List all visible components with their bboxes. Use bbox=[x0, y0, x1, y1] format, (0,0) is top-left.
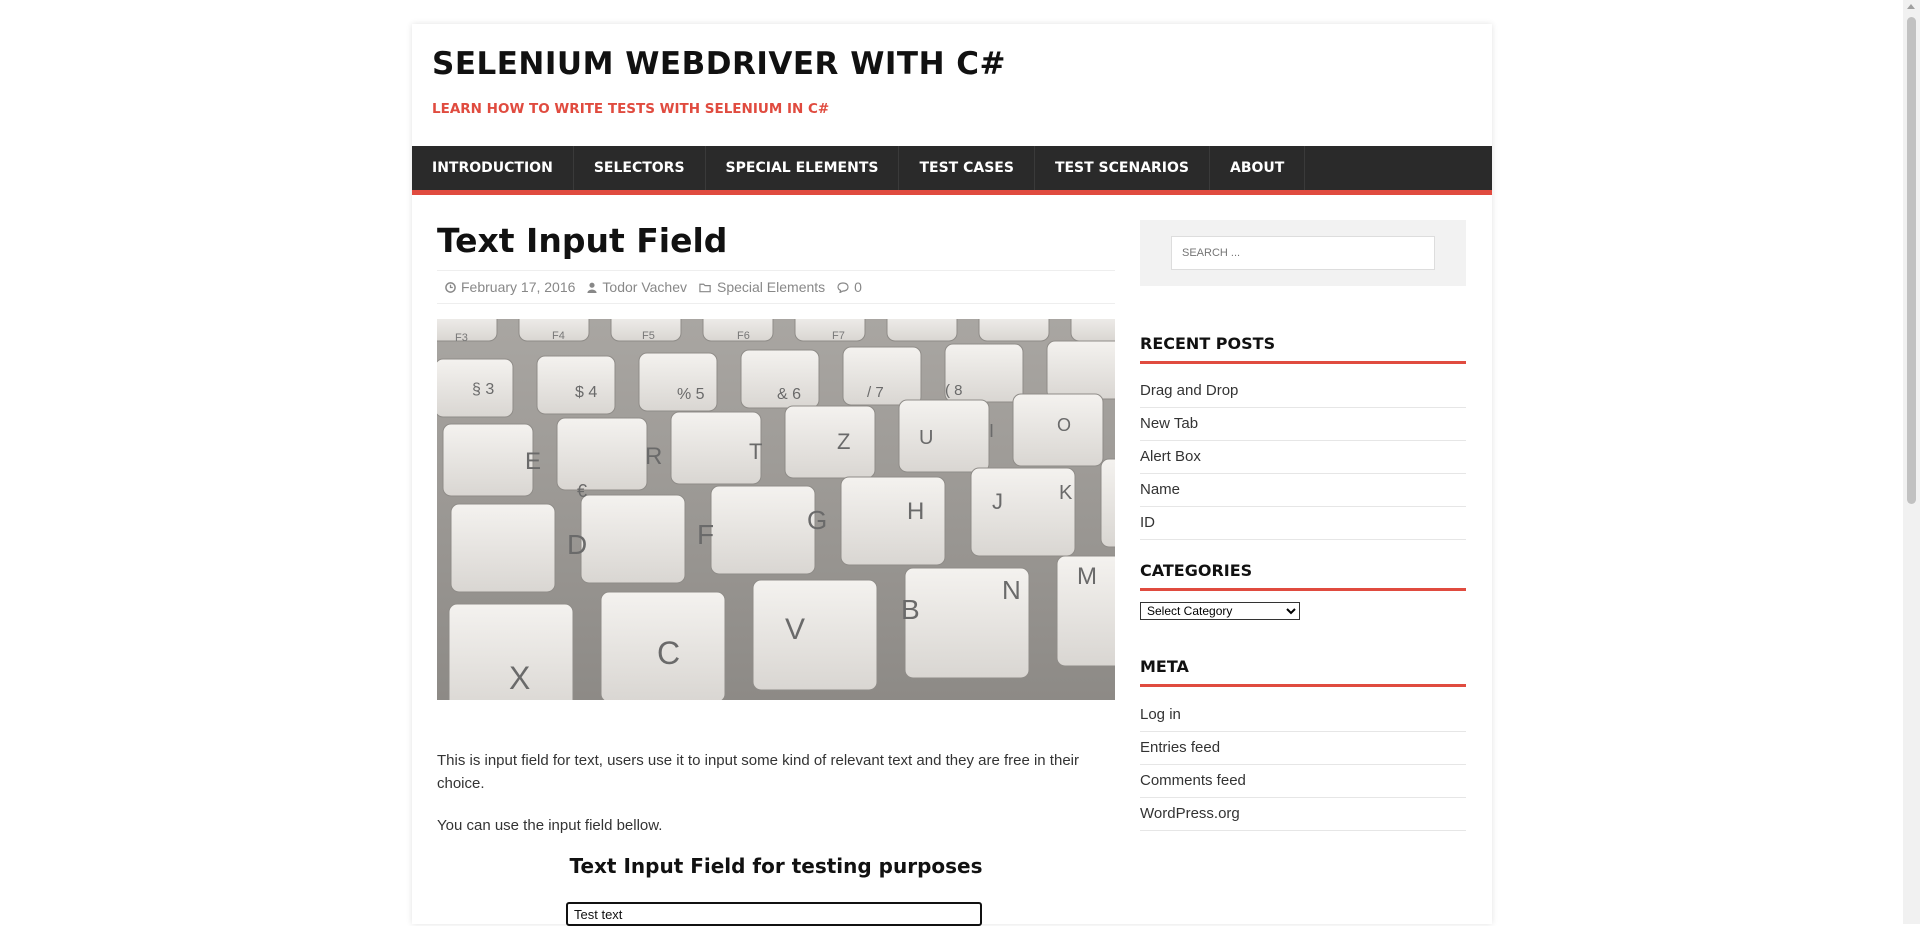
svg-text:T: T bbox=[749, 439, 762, 464]
svg-text:$ 4: $ 4 bbox=[575, 384, 597, 401]
keyboard-key bbox=[1100, 458, 1115, 548]
nav-item-introduction[interactable]: INTRODUCTION bbox=[412, 146, 574, 190]
user-icon bbox=[587, 282, 597, 293]
key-label: F3 bbox=[455, 332, 468, 344]
svg-text:C: C bbox=[657, 635, 680, 671]
post-title: Text Input Field bbox=[437, 221, 728, 260]
meta-link[interactable]: Entries feed bbox=[1140, 732, 1466, 765]
scrollbar-thumb[interactable] bbox=[1907, 17, 1916, 504]
nav-item-test-scenarios[interactable]: TEST SCENARIOS bbox=[1035, 146, 1211, 190]
post-date-link[interactable]: February 17, 2016 bbox=[461, 279, 575, 295]
comment-icon bbox=[837, 281, 849, 293]
svg-text:% 5: % 5 bbox=[677, 386, 705, 403]
svg-text:F5: F5 bbox=[642, 330, 655, 342]
svg-text:D: D bbox=[567, 529, 587, 560]
keyboard-key bbox=[442, 423, 534, 497]
scroll-up-arrow-icon[interactable] bbox=[1907, 4, 1915, 9]
recent-posts-list: Drag and Drop New Tab Alert Box Name ID bbox=[1140, 375, 1466, 540]
recent-post-link[interactable]: Drag and Drop bbox=[1140, 375, 1466, 408]
main-content: Text Input Field February 17, 2016 Todor… bbox=[437, 220, 1115, 926]
post-paragraph-1: This is input field for text, users use … bbox=[437, 752, 1079, 792]
post-category-link[interactable]: Special Elements bbox=[717, 279, 825, 295]
svg-text:J: J bbox=[992, 489, 1003, 514]
meta-list: Log in Entries feed Comments feed WordPr… bbox=[1140, 699, 1466, 831]
post-comments-link[interactable]: 0 bbox=[854, 279, 862, 295]
meta-link[interactable]: Comments feed bbox=[1140, 765, 1466, 798]
keyboard-key bbox=[898, 399, 990, 473]
svg-text:O: O bbox=[1057, 415, 1071, 435]
keyboard-key bbox=[580, 494, 686, 584]
svg-text:F: F bbox=[697, 519, 714, 550]
keyboard-key bbox=[978, 319, 1050, 342]
keyboard-key bbox=[794, 319, 866, 342]
recent-posts-title: RECENT POSTS bbox=[1140, 334, 1466, 364]
svg-text:G: G bbox=[807, 505, 827, 535]
svg-text:F4: F4 bbox=[552, 330, 565, 342]
nav-item-special-elements[interactable]: SPECIAL ELEMENTS bbox=[706, 146, 900, 190]
nav-item-about[interactable]: ABOUT bbox=[1210, 146, 1306, 190]
page-scrollbar[interactable] bbox=[1903, 0, 1920, 924]
svg-text:/ 7: / 7 bbox=[867, 384, 884, 401]
svg-text:N: N bbox=[1002, 575, 1021, 605]
svg-text:F6: F6 bbox=[737, 330, 750, 342]
svg-text:R: R bbox=[645, 443, 662, 470]
keyboard-key bbox=[710, 485, 816, 575]
keyboard-photo: F3 F4 F5 F6 F7 § 3 $ 4 % 5 & 6 / 7 ( 8 E… bbox=[437, 319, 1115, 700]
clock-icon bbox=[445, 281, 456, 293]
recent-post-link[interactable]: New Tab bbox=[1140, 408, 1466, 441]
keyboard-key bbox=[840, 476, 946, 566]
svg-text:& 6: & 6 bbox=[777, 386, 801, 403]
folder-icon bbox=[699, 283, 711, 292]
featured-image-keyboard: F3 F4 F5 F6 F7 § 3 $ 4 % 5 & 6 / 7 ( 8 E… bbox=[437, 319, 1115, 700]
recent-post-link[interactable]: ID bbox=[1140, 507, 1466, 540]
demo-heading: Text Input Field for testing purposes bbox=[569, 854, 983, 878]
meta-link[interactable]: WordPress.org bbox=[1140, 798, 1466, 831]
post-meta: February 17, 2016 Todor Vachev Special E… bbox=[437, 270, 1115, 304]
recent-post-link[interactable]: Alert Box bbox=[1140, 441, 1466, 474]
svg-text:§ 3: § 3 bbox=[472, 381, 494, 398]
post-paragraph-2: You can use the input field bellow. bbox=[437, 817, 663, 834]
svg-text:V: V bbox=[785, 613, 805, 646]
svg-text:U: U bbox=[919, 427, 933, 449]
categories-title: CATEGORIES bbox=[1140, 561, 1466, 591]
keyboard-key bbox=[784, 405, 876, 479]
keyboard-key bbox=[752, 579, 878, 691]
page-container: SELENIUM WEBDRIVER WITH C# LEARN HOW TO … bbox=[412, 24, 1492, 926]
site-title[interactable]: SELENIUM WEBDRIVER WITH C# bbox=[432, 46, 1006, 82]
svg-text:E: E bbox=[525, 448, 541, 475]
keyboard-key bbox=[1046, 340, 1115, 400]
keyboard-key bbox=[450, 503, 556, 593]
svg-text:H: H bbox=[907, 498, 924, 525]
svg-text:M: M bbox=[1077, 563, 1097, 590]
svg-text:B: B bbox=[901, 594, 920, 625]
category-select[interactable]: Select Category bbox=[1140, 602, 1300, 620]
meta-link[interactable]: Log in bbox=[1140, 699, 1466, 732]
svg-text:€: € bbox=[577, 481, 587, 501]
svg-text:X: X bbox=[509, 660, 530, 696]
svg-text:F7: F7 bbox=[832, 330, 845, 342]
keyboard-key bbox=[556, 417, 648, 491]
nav-item-selectors[interactable]: SELECTORS bbox=[574, 146, 706, 190]
recent-post-link[interactable]: Name bbox=[1140, 474, 1466, 507]
svg-text:I: I bbox=[989, 421, 994, 441]
svg-text:Z: Z bbox=[837, 429, 850, 454]
search-widget bbox=[1140, 220, 1466, 286]
svg-text:K: K bbox=[1059, 482, 1073, 504]
post-author-link[interactable]: Todor Vachev bbox=[602, 279, 687, 295]
main-nav: INTRODUCTION SELECTORS SPECIAL ELEMENTS … bbox=[412, 146, 1492, 195]
search-input[interactable] bbox=[1171, 236, 1435, 270]
keyboard-key bbox=[670, 411, 762, 485]
keyboard-key bbox=[886, 319, 958, 342]
meta-title: META bbox=[1140, 657, 1466, 687]
keyboard-key bbox=[1070, 319, 1115, 342]
site-description: LEARN HOW TO WRITE TESTS WITH SELENIUM I… bbox=[432, 101, 830, 117]
nav-item-test-cases[interactable]: TEST CASES bbox=[899, 146, 1035, 190]
text-input-field[interactable] bbox=[566, 902, 982, 926]
svg-text:( 8: ( 8 bbox=[945, 382, 963, 399]
